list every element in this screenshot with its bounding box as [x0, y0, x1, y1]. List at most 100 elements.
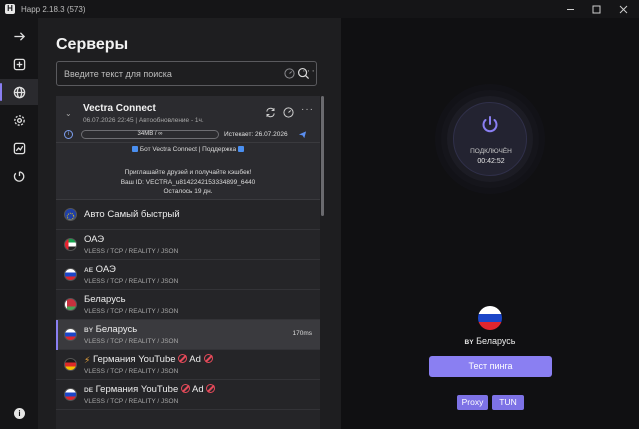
server-protocol: VLESS / TCP / REALITY / JSON — [84, 338, 179, 345]
nav-rail: i — [0, 18, 38, 429]
server-name: DE Германия YouTube Ad — [84, 384, 216, 395]
app-window: H Happ 2.18.3 (573) i Серверы Введите те… — [0, 0, 639, 429]
connection-timer: 00:42:52 — [477, 158, 505, 165]
eu-flag-icon — [64, 208, 77, 221]
server-ping: 170ms — [292, 330, 312, 337]
chart-icon — [13, 142, 25, 154]
nav-add[interactable] — [0, 51, 38, 77]
close-icon[interactable] — [610, 0, 636, 18]
nav-servers[interactable] — [0, 79, 38, 105]
connection-panel: ПОДКЛЮЧЁН 00:42:52 BY Беларусь Тест пинг… — [341, 18, 639, 429]
germany-flag-icon — [64, 358, 77, 371]
subscription-meta: 06.07.2026 22:45 | Автообновление - 1ч. — [83, 117, 204, 124]
country-name: Беларусь — [476, 336, 516, 346]
bot-links[interactable]: Бот Vectra Connect | Поддержка — [56, 146, 320, 153]
server-row[interactable]: Авто Самый быстрый — [56, 200, 320, 230]
no-entry-icon — [180, 384, 190, 393]
ping-gauge-icon[interactable] — [283, 107, 294, 118]
russia-flag-icon — [64, 268, 77, 281]
no-entry-icon — [203, 354, 213, 363]
info-circle-icon[interactable]: i — [64, 130, 73, 139]
server-protocol: VLESS / TCP / REALITY / JSON — [84, 368, 179, 375]
power-icon — [482, 116, 498, 133]
server-name: Авто Самый быстрый — [84, 209, 180, 220]
expires-label: Истекает: 26.07.2026 — [224, 131, 288, 138]
refresh-icon[interactable] — [265, 107, 276, 118]
subscription-name: Vectra Connect — [83, 103, 156, 114]
timer-icon — [13, 170, 24, 182]
server-row[interactable]: Беларусь VLESS / TCP / REALITY / JSON — [56, 290, 320, 320]
info-icon[interactable]: i — [14, 408, 25, 419]
country-code: DE — [84, 387, 94, 394]
server-protocol: VLESS / TCP / REALITY / JSON — [84, 248, 179, 255]
title-bar: H Happ 2.18.3 (573) — [0, 0, 639, 18]
server-name-text: Германия YouTube — [92, 354, 176, 365]
proxy-mode-button[interactable]: Proxy — [457, 395, 488, 410]
gear-icon — [13, 114, 25, 126]
more-options-icon[interactable]: ··· — [302, 65, 316, 77]
page-title: Серверы — [56, 36, 129, 53]
nav-timer[interactable] — [0, 163, 38, 189]
minimize-icon[interactable] — [557, 0, 583, 18]
server-protocol: VLESS / TCP / REALITY / JSON — [84, 308, 179, 315]
divider — [56, 142, 320, 143]
belarus-flag-icon — [64, 298, 77, 311]
ping-gauge-icon[interactable] — [284, 68, 295, 79]
subscription-description: Приглашайте друзей и получайте кэшбек! В… — [56, 168, 320, 197]
no-entry-icon — [206, 384, 216, 393]
russia-flag-icon — [64, 328, 77, 341]
app-logo-icon: H — [5, 4, 15, 14]
nav-stats[interactable] — [0, 135, 38, 161]
add-square-icon — [13, 58, 25, 70]
server-row[interactable]: ОАЭ VLESS / TCP / REALITY / JSON — [56, 230, 320, 260]
description-line: Приглашайте друзей и получайте кэшбек! — [124, 169, 252, 176]
chevron-down-icon[interactable]: ⌄ — [65, 109, 72, 118]
server-protocol: VLESS / TCP / REALITY / JSON — [84, 278, 179, 285]
server-name-text: ОАЭ — [95, 264, 116, 275]
telegram-icon — [132, 146, 139, 152]
external-link-icon — [237, 146, 244, 152]
ad-label: Ad — [189, 354, 201, 365]
server-row[interactable]: DE Германия YouTube Ad VLESS / TCP / REA… — [56, 380, 320, 410]
search-box — [56, 61, 317, 86]
server-name: ОАЭ — [84, 234, 105, 245]
russia-flag-icon — [478, 306, 502, 330]
server-name: ⚡ Германия YouTube Ad — [84, 354, 213, 366]
uae-flag-icon — [64, 238, 77, 251]
maximize-icon[interactable] — [583, 0, 609, 18]
servers-panel: Серверы ··· ⌄ Vectra Connect 06.07.2026 … — [38, 18, 341, 429]
connected-country: BY Беларусь — [341, 336, 639, 346]
subscription-more-icon[interactable]: ··· — [301, 104, 314, 115]
server-name-text: Беларусь — [95, 324, 138, 335]
list-scrollbar[interactable] — [321, 96, 324, 216]
power-button[interactable]: ПОДКЛЮЧЁН 00:42:52 — [453, 102, 527, 176]
ad-label: Ad — [192, 384, 204, 395]
search-input[interactable] — [64, 62, 284, 85]
country-code: BY — [464, 339, 474, 346]
ping-test-button[interactable]: Тест пинга — [429, 356, 552, 377]
arrow-right-icon — [13, 31, 25, 41]
russia-flag-icon — [64, 388, 77, 401]
server-name: Беларусь — [84, 294, 126, 305]
tun-mode-button[interactable]: TUN — [492, 395, 524, 410]
connection-status: ПОДКЛЮЧЁН — [470, 148, 512, 155]
telegram-send-icon[interactable] — [298, 130, 307, 139]
server-row[interactable]: AE ОАЭ VLESS / TCP / REALITY / JSON — [56, 260, 320, 290]
nav-settings[interactable] — [0, 107, 38, 133]
bot-links-label: Бот Vectra Connect | Поддержка — [139, 146, 237, 153]
window-title: Happ 2.18.3 (573) — [21, 4, 86, 14]
server-name: BY Беларусь — [84, 324, 137, 335]
lightning-icon: ⚡ — [84, 355, 91, 365]
nav-connect[interactable] — [0, 23, 38, 49]
power-ring: ПОДКЛЮЧЁН 00:42:52 — [447, 96, 533, 182]
traffic-bar: 34MB / ∞ — [81, 130, 219, 139]
country-code: BY — [84, 327, 94, 334]
globe-icon — [13, 86, 25, 98]
server-protocol: VLESS / TCP / REALITY / JSON — [84, 398, 179, 405]
server-row-selected[interactable]: BY Беларусь VLESS / TCP / REALITY / JSON… — [56, 320, 320, 350]
server-name-text: Германия YouTube — [95, 384, 179, 395]
description-line: Осталось 19 дн. — [163, 188, 213, 195]
server-row[interactable]: ⚡ Германия YouTube Ad VLESS / TCP / REAL… — [56, 350, 320, 380]
no-entry-icon — [178, 354, 188, 363]
description-line: Ваш ID: VECTRA_u8142242153334899_6440 — [120, 178, 256, 186]
